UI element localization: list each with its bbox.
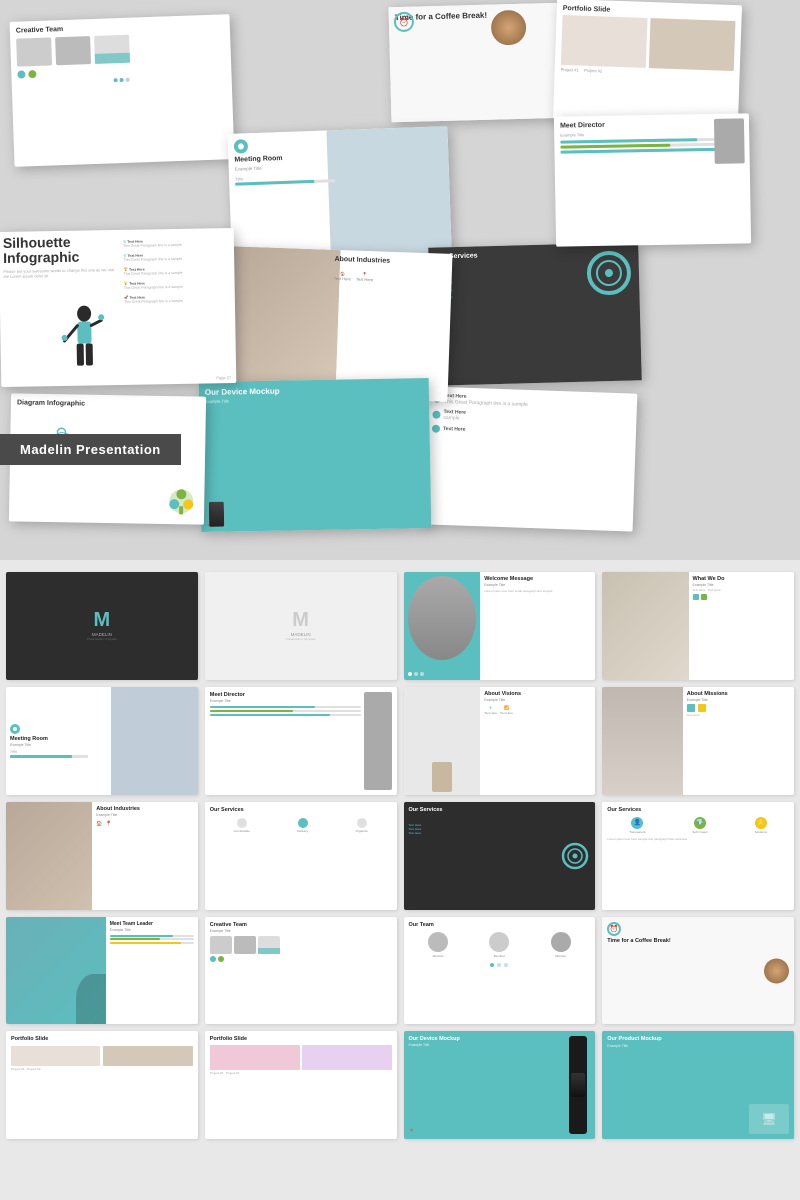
thumb-our-services-dark: Our Services Text Here Text Here Text He… [404,802,596,910]
thumb-meet-team-leader: Meet Team Leader Example Title [6,917,198,1025]
bottom-slides-grid: M MADELIN Presentation Template M MADELI… [0,560,800,1152]
grid-row-1: M MADELIN Presentation Template M MADELI… [6,572,794,680]
grid-row-3: About Industries Example Title 🏠 📍 Our S… [6,802,794,910]
thumb-portfolio-1: Portfolio Slide Project #1 Project #2 [6,1031,198,1139]
grid-row-5: Portfolio Slide Project #1 Project #2 Po… [6,1031,794,1139]
scatter-slide-text-items: Text HereThis Great Paragraph line is a … [423,386,638,531]
scatter-slide-meet-director: Meet Director Example Title [554,113,751,246]
thumb-our-services-light: Our Services Comfortable Delivery Organi… [205,802,397,910]
grid-row-4: Meet Team Leader Example Title [6,917,794,1025]
grid-row-2: Meeting Room Example Title 79% Meet Dire… [6,687,794,795]
scatter-slide-coffee: Time for a Coffee Break! ⏰ [389,3,567,123]
thumb-our-services-icons: Our Services 👤 Transparent 💎 Soft Cream … [602,802,794,910]
scatter-slide-portfolio-top: Portfolio Slide Project #1 Project #2 [553,0,742,125]
thumb-meet-director: Meet Director Example Title [205,687,397,795]
thumb-about-missions: About Missions Example Title Text Here [602,687,794,795]
thumb-about-visions: About Visions Example Title ✈Text Here 📶… [404,687,596,795]
thumb-meeting-room: Meeting Room Example Title 79% [6,687,198,795]
scatter-slide-services: Our Services Text Here Text Here Text He… [428,242,642,385]
scatter-slide-creative-team: Creative Team [10,14,235,167]
thumb-madelin-light: M MADELIN Presentation Template [205,572,397,680]
thumb-about-industries: About Industries Example Title 🏠 📍 [6,802,198,910]
top-scattered-section: Creative Team Time f [0,0,800,560]
thumb-madelin-dark: M MADELIN Presentation Template [6,572,198,680]
scatter-slide-device-mockup: Our Device Mockup Example Title 📍 [199,378,432,532]
madelin-banner: Madelin Presentation [0,434,181,465]
thumb-creative-team: Creative Team Example Title [205,917,397,1025]
scatter-slide-silhouette: SilhouetteInfographic Please put your aw… [0,228,236,387]
thumb-device-mockup: Our Device Mockup Example Title 📍 [404,1031,596,1139]
thumb-portfolio-2: Portfolio Slide Project #3 Project #4 [205,1031,397,1139]
thumb-product-mockup: Our Product Mockup Example Title 🖥 [602,1031,794,1139]
thumb-coffee-break: ⏰ Time for a Coffee Break! [602,917,794,1025]
thumb-our-team: Our Team Member Member Member [404,917,596,1025]
thumb-what-we-do: What We Do Example Title Text Here Text … [602,572,794,680]
thumb-welcome-message: Welcome Message Example Title Lorem ipsu… [404,572,596,680]
